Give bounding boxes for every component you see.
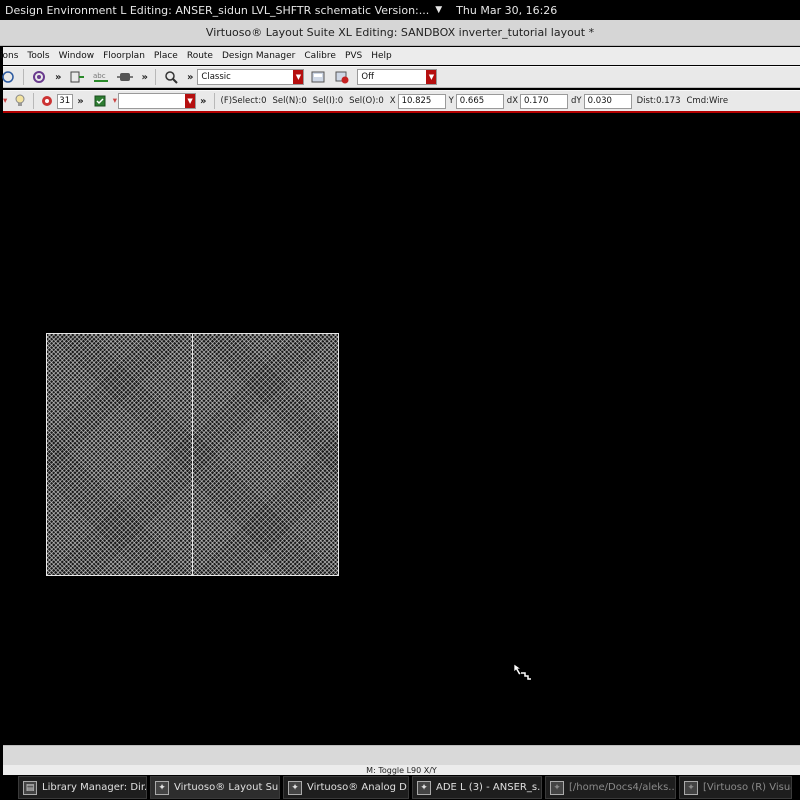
- workspace-select-value: Classic: [201, 72, 231, 82]
- menu-pvs[interactable]: PVS: [345, 51, 362, 61]
- menu-floorplan[interactable]: Floorplan: [103, 51, 145, 61]
- separator: [33, 93, 35, 109]
- menu-arrow-icon[interactable]: ▾: [3, 96, 7, 106]
- task-layout-suite[interactable]: ✦ Virtuoso® Layout Su...: [150, 776, 280, 799]
- menu-bar: ions Tools Window Floorplan Place Route …: [0, 47, 800, 65]
- clock[interactable]: Thu Mar 30, 16:26: [456, 4, 557, 17]
- y-coordinate-value: 0.665: [459, 96, 485, 106]
- virtuoso-icon: ✦: [417, 780, 431, 795]
- layer-palette-icon[interactable]: [38, 93, 56, 109]
- task-virtuoso-visualization[interactable]: ✦ [Virtuoso (R) Visuali: [679, 776, 792, 799]
- book-icon: ▤: [23, 780, 37, 795]
- dy-label: dY: [571, 96, 582, 106]
- status-line: M: Toggle L90 X/Y: [3, 765, 800, 775]
- virtuoso-icon: ✦: [288, 780, 302, 795]
- save-workspace-icon[interactable]: [309, 69, 327, 85]
- chip-check-icon[interactable]: [91, 93, 109, 109]
- y-label: Y: [448, 96, 454, 106]
- selector-select[interactable]: ▼: [118, 93, 197, 109]
- focused-window-title[interactable]: Design Environment L Editing: ANSER_sidu…: [5, 4, 429, 17]
- workspace-select[interactable]: Classic ▼: [197, 69, 305, 85]
- layout-canvas[interactable]: [3, 115, 800, 745]
- layout-editor-window: Virtuoso® Layout Suite XL Editing: SANDB…: [0, 20, 800, 775]
- window-title: Virtuoso® Layout Suite XL Editing: SANDB…: [205, 26, 595, 39]
- dx-label: dX: [506, 96, 519, 106]
- dy-value: 0.030: [587, 96, 612, 106]
- status-message: M: Toggle L90 X/Y: [366, 765, 437, 775]
- menu-options[interactable]: ions: [0, 51, 18, 61]
- task-docs-folder[interactable]: ✦ [/home/Docs4/aleks...: [545, 776, 676, 799]
- task-label: Virtuoso® Analog D...: [307, 782, 409, 793]
- menu-place[interactable]: Place: [154, 51, 178, 61]
- sel-n-count: Sel(N):0: [272, 96, 307, 106]
- separator: [23, 69, 24, 85]
- task-analog-design[interactable]: ✦ Virtuoso® Analog D...: [283, 776, 409, 799]
- virtuoso-icon: ✦: [155, 780, 169, 795]
- command-readout: Cmd:Wire: [686, 96, 729, 106]
- dx-value: 0.170: [524, 96, 549, 106]
- x-coordinate-field[interactable]: 10.825: [397, 93, 446, 109]
- separator: [213, 93, 215, 109]
- task-label: Virtuoso® Layout Su...: [174, 782, 280, 793]
- chevron-down-icon[interactable]: ▼: [293, 70, 304, 84]
- label-abc-icon[interactable]: abc: [92, 69, 110, 85]
- task-label: ADE L (3) - ANSER_s...: [436, 782, 542, 793]
- chip-menu-arrow-icon[interactable]: ▾: [113, 96, 117, 106]
- distance-readout: Dist:0.173: [636, 96, 681, 106]
- task-label: [/home/Docs4/aleks...: [569, 782, 676, 793]
- layout-shape-left[interactable]: [46, 333, 193, 576]
- virtuoso-icon: ✦: [684, 780, 698, 795]
- mode-select-value: Off: [361, 72, 374, 82]
- toolbar-overflow-icon[interactable]: »: [200, 96, 206, 107]
- menu-tools[interactable]: Tools: [27, 51, 49, 61]
- via-icon[interactable]: [116, 69, 134, 85]
- toolbar-overflow-icon[interactable]: »: [187, 72, 193, 83]
- task-ade-l[interactable]: ✦ ADE L (3) - ANSER_s...: [412, 776, 542, 799]
- system-top-bar: Design Environment L Editing: ANSER_sidu…: [0, 0, 800, 20]
- menu-design-manager[interactable]: Design Manager: [222, 51, 295, 61]
- delete-workspace-icon[interactable]: [333, 69, 351, 85]
- level-spinbox-value: 31: [59, 96, 71, 106]
- target-icon[interactable]: [30, 69, 48, 85]
- toolbar-overflow-icon[interactable]: »: [77, 96, 83, 107]
- layout-shape-right[interactable]: [192, 333, 339, 576]
- toolbar-row-1: » abc » » Classic ▼ Off ▼: [0, 66, 800, 88]
- zoom-search-icon[interactable]: [162, 69, 180, 85]
- toolbar-row-2: ▾ 31 » ▾ ▼ » (F)Select:0 Sel(N):0 Sel(I)…: [3, 90, 800, 113]
- menu-calibre[interactable]: Calibre: [304, 51, 336, 61]
- toolbar-overflow-icon[interactable]: »: [55, 72, 61, 83]
- window-titlebar[interactable]: Virtuoso® Layout Suite XL Editing: SANDB…: [0, 20, 800, 46]
- menu-help[interactable]: Help: [371, 51, 392, 61]
- separator: [154, 69, 156, 85]
- chevron-down-icon[interactable]: ▼: [426, 70, 437, 84]
- menu-route[interactable]: Route: [187, 51, 213, 61]
- level-spinbox[interactable]: 31: [57, 93, 74, 109]
- task-label: Library Manager: Dir...: [42, 782, 147, 793]
- info-icon[interactable]: [0, 69, 17, 85]
- task-library-manager[interactable]: ▤ Library Manager: Dir...: [18, 776, 147, 799]
- chevron-down-icon[interactable]: ▼: [185, 94, 196, 108]
- status-bar: [3, 745, 800, 765]
- dx-field[interactable]: 0.170: [520, 93, 569, 109]
- x-label: X: [389, 96, 396, 106]
- sel-o-count: Sel(O):0: [349, 96, 384, 106]
- sel-i-count: Sel(I):0: [312, 96, 344, 106]
- cursor-icon: [513, 663, 533, 684]
- lightbulb-icon[interactable]: [11, 93, 29, 109]
- mode-select[interactable]: Off ▼: [357, 69, 438, 85]
- create-pin-icon[interactable]: [68, 69, 86, 85]
- dy-field[interactable]: 0.030: [583, 93, 632, 109]
- taskbar: ▤ Library Manager: Dir... ✦ Virtuoso® La…: [0, 775, 800, 800]
- menu-window[interactable]: Window: [59, 51, 95, 61]
- x-coordinate-value: 10.825: [401, 96, 432, 106]
- task-label: [Virtuoso (R) Visuali: [703, 782, 792, 793]
- window-menu-arrow-icon[interactable]: ▼: [435, 5, 442, 15]
- toolbar-overflow-icon[interactable]: »: [141, 72, 147, 83]
- svg-text:abc: abc: [93, 72, 106, 80]
- virtuoso-icon: ✦: [550, 780, 564, 795]
- y-coordinate-field[interactable]: 0.665: [455, 93, 504, 109]
- f-select-count: (F)Select:0: [220, 96, 267, 106]
